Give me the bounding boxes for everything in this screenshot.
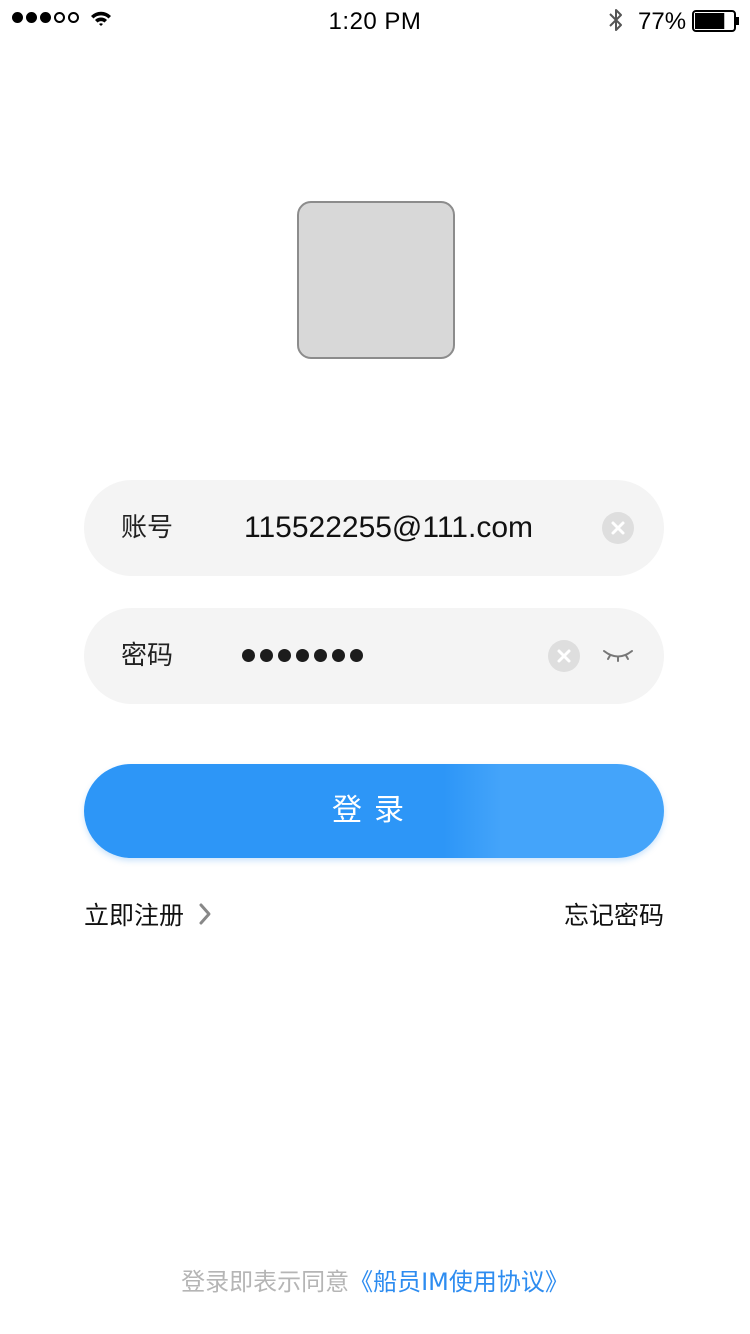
battery-percent: 77% <box>638 8 687 35</box>
bluetooth-icon <box>609 9 622 31</box>
agreement-text: 登录即表示同意《船员IM使用协议》 <box>0 1262 750 1297</box>
password-mask-dot <box>260 649 273 662</box>
password-field[interactable]: 密码 <box>84 608 664 704</box>
agreement-prefix: 登录即表示同意 <box>181 1268 350 1296</box>
password-mask-dot <box>278 649 291 662</box>
password-label: 密码 <box>121 641 174 671</box>
battery-icon <box>692 10 739 32</box>
agreement-link[interactable]: 《船员IM使用协议》 <box>349 1268 569 1296</box>
forgot-password-link[interactable]: 忘记密码 <box>564 896 664 932</box>
close-icon[interactable] <box>602 512 634 544</box>
register-link[interactable]: 立即注册 <box>84 896 212 932</box>
login-screen: 1:20 PM 77% 账号 115522255@111.com 密码 登录 立… <box>0 0 750 1334</box>
close-icon[interactable] <box>548 640 580 672</box>
account-field[interactable]: 账号 115522255@111.com <box>84 480 664 576</box>
account-label: 账号 <box>121 513 174 543</box>
eye-closed-icon[interactable] <box>602 646 634 666</box>
password-mask-dot <box>314 649 327 662</box>
password-mask-dot <box>296 649 309 662</box>
chevron-right-icon <box>199 903 211 925</box>
password-mask-dot <box>332 649 345 662</box>
password-mask-dot <box>350 649 363 662</box>
password-mask-dot <box>242 649 255 662</box>
password-input[interactable] <box>242 649 363 662</box>
login-button[interactable]: 登录 <box>84 764 664 858</box>
app-logo <box>297 201 455 359</box>
status-bar: 1:20 PM 77% <box>0 0 750 40</box>
account-input[interactable]: 115522255@111.com <box>244 480 533 576</box>
register-label: 立即注册 <box>84 901 185 930</box>
